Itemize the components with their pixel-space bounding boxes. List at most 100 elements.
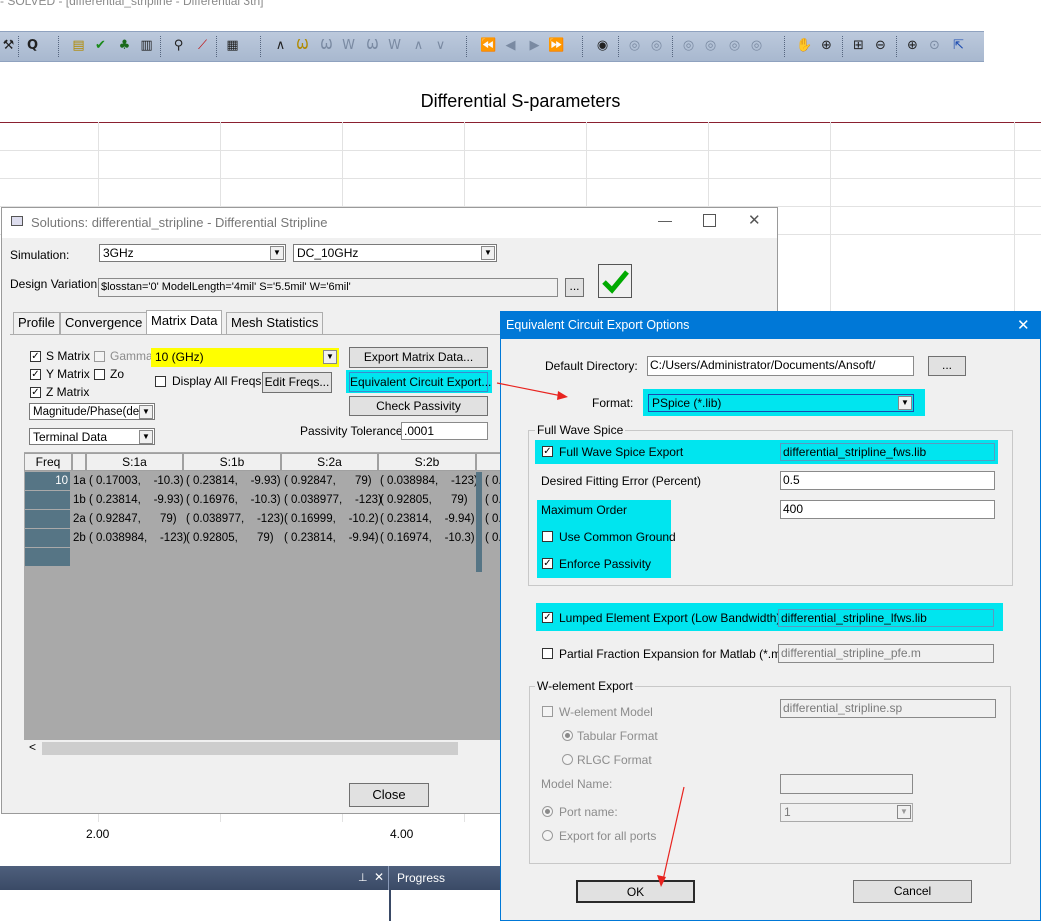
use-common-ground-checkbox[interactable] bbox=[542, 531, 553, 542]
magnify-icon[interactable]: ⚲ bbox=[170, 37, 187, 54]
lumped-file-field[interactable]: differential_stripline_lfws.lib bbox=[778, 609, 994, 627]
wave1-icon[interactable]: ∧ bbox=[272, 37, 289, 54]
pin-icon[interactable]: ⊥ bbox=[358, 871, 368, 884]
frequency-select[interactable]: 10 (GHz) ▼ bbox=[151, 348, 339, 367]
table-cell[interactable]: ( 0.038977, -123) bbox=[186, 510, 284, 528]
default-directory-browse-button[interactable]: ... bbox=[928, 356, 966, 376]
zo-checkbox[interactable] bbox=[94, 369, 105, 380]
full-wave-file-field[interactable]: differential_stripline_fws.lib bbox=[780, 443, 995, 461]
export-all-ports-radio[interactable] bbox=[542, 830, 553, 841]
simulation-select[interactable]: 3GHz ▼ bbox=[99, 244, 286, 262]
rewind-icon[interactable]: ⏪ bbox=[480, 37, 497, 54]
axes-icon[interactable]: ⇱ bbox=[950, 37, 967, 54]
w-element-model-checkbox[interactable] bbox=[542, 706, 553, 717]
table-cell[interactable]: ( 0.92847, 79) bbox=[89, 510, 177, 528]
s-matrix-checkbox[interactable]: ✓ bbox=[30, 351, 41, 362]
table-cell[interactable]: ( 0.038977, -123) bbox=[284, 491, 382, 509]
rlgc-format-radio[interactable] bbox=[562, 754, 573, 765]
display-format-select[interactable]: Magnitude/Phase(deg) ▼ bbox=[29, 403, 155, 420]
format-select[interactable]: PSpice (*.lib) ▼ bbox=[648, 394, 914, 412]
design-variation-browse-button[interactable]: ... bbox=[565, 278, 584, 297]
note-icon[interactable]: ▤ bbox=[70, 37, 87, 54]
page-icon[interactable]: ▥ bbox=[138, 37, 155, 54]
table-cell[interactable]: ( 0.92805, 79) bbox=[186, 529, 274, 547]
close-button[interactable]: Close bbox=[349, 783, 429, 807]
maximum-order-field[interactable]: 400 bbox=[780, 500, 995, 519]
close-icon[interactable]: ✕ bbox=[1017, 316, 1030, 334]
table-cell[interactable]: ( 0.17003, -10.3) bbox=[89, 472, 184, 490]
scrollbar-thumb[interactable] bbox=[42, 742, 458, 755]
check-tool-icon[interactable]: ✔ bbox=[92, 37, 109, 54]
table-cell[interactable]: ( 0.23814, -9.94) bbox=[380, 510, 475, 528]
tab-profile[interactable]: Profile bbox=[13, 312, 60, 334]
table-row-freq[interactable] bbox=[25, 529, 70, 547]
edit-freqs-button[interactable]: Edit Freqs... bbox=[262, 372, 332, 393]
wave4-icon[interactable]: W bbox=[340, 37, 357, 54]
port-name-select[interactable]: 1 ▼ bbox=[780, 803, 913, 822]
gamma-checkbox[interactable] bbox=[94, 351, 105, 362]
port-name-radio[interactable] bbox=[542, 806, 553, 817]
partial-fraction-file-field[interactable]: differential_stripline_pfe.m bbox=[778, 644, 994, 663]
check-passivity-button[interactable]: Check Passivity bbox=[349, 396, 488, 416]
tab-convergence[interactable]: Convergence bbox=[60, 312, 148, 334]
ffwd-icon[interactable]: ⏩ bbox=[548, 37, 565, 54]
table-cell[interactable]: ( 0.038984, -123) bbox=[89, 529, 187, 547]
toolbox-icon[interactable]: ⚒ bbox=[0, 37, 17, 54]
y-matrix-checkbox[interactable]: ✓ bbox=[30, 369, 41, 380]
minimize-icon[interactable]: — bbox=[658, 212, 672, 228]
wave7-icon[interactable]: ∧ bbox=[410, 37, 427, 54]
zoom-region-icon[interactable]: ⊞ bbox=[850, 37, 867, 54]
lumped-export-checkbox[interactable]: ✓ bbox=[542, 612, 553, 623]
eye7-icon[interactable]: ◎ bbox=[748, 37, 765, 54]
wave5-icon[interactable]: Ѡ bbox=[364, 37, 381, 54]
full-wave-export-checkbox[interactable]: ✓ bbox=[542, 446, 553, 457]
cancel-button[interactable]: Cancel bbox=[853, 880, 972, 903]
close-icon[interactable]: ✕ bbox=[374, 870, 384, 884]
wave3-icon[interactable]: Ѡ bbox=[318, 37, 335, 54]
table-row-freq[interactable]: 10 (GHz) bbox=[25, 472, 70, 505]
probe-icon[interactable]: ♣ bbox=[116, 37, 133, 54]
table-row-freq[interactable] bbox=[25, 491, 70, 509]
export-matrix-data-button[interactable]: Export Matrix Data... bbox=[349, 347, 488, 368]
maximize-icon[interactable] bbox=[703, 214, 716, 227]
eye2-icon[interactable]: ◎ bbox=[626, 37, 643, 54]
partial-fraction-checkbox[interactable] bbox=[542, 648, 553, 659]
table-cell[interactable]: ( 0.16976, -10.3) bbox=[186, 491, 281, 509]
chart-icon[interactable]: ⟋ bbox=[194, 37, 211, 54]
table-cell[interactable]: ( 0.23814, -9.94) bbox=[284, 529, 379, 547]
terminal-data-select[interactable]: Terminal Data ▼ bbox=[29, 428, 155, 445]
w-element-file-field[interactable]: differential_stripline.sp bbox=[780, 699, 996, 718]
hand-icon[interactable]: ✋ bbox=[796, 37, 813, 54]
table-cell[interactable]: ( 0.16974, -10.3) bbox=[380, 529, 475, 547]
wave2-icon[interactable]: Ѡ bbox=[294, 37, 311, 54]
eye3-icon[interactable]: ◎ bbox=[648, 37, 665, 54]
design-variation-field[interactable]: $losstan='0' ModelLength='4mil' S='5.5mi… bbox=[98, 278, 558, 297]
equivalent-circuit-export-button[interactable]: Equivalent Circuit Export... bbox=[349, 372, 491, 392]
copy-icon[interactable]: ▦ bbox=[224, 37, 241, 54]
z-matrix-checkbox[interactable]: ✓ bbox=[30, 387, 41, 398]
wave6-icon[interactable]: W bbox=[386, 37, 403, 54]
table-cell[interactable]: ( 0.23814, -9.93) bbox=[89, 491, 184, 509]
default-directory-field[interactable]: C:/Users/Administrator/Documents/Ansoft/ bbox=[647, 356, 914, 376]
zoom-fit-icon[interactable]: ⊙ bbox=[926, 37, 943, 54]
wave8-icon[interactable]: ∨ bbox=[432, 37, 449, 54]
scroll-left-icon[interactable]: < bbox=[29, 740, 36, 754]
tab-matrix-data[interactable]: Matrix Data bbox=[146, 310, 223, 335]
table-cell[interactable]: ( 0.16999, -10.2) bbox=[284, 510, 379, 528]
play-icon[interactable]: ▶ bbox=[526, 37, 543, 54]
enforce-passivity-checkbox[interactable]: ✓ bbox=[542, 558, 553, 569]
display-all-freqs-checkbox[interactable] bbox=[155, 376, 166, 387]
close-icon[interactable]: ✕ bbox=[748, 211, 761, 229]
horizontal-scrollbar[interactable]: < bbox=[24, 740, 502, 757]
q-icon[interactable]: Q bbox=[24, 37, 41, 54]
eye-icon[interactable]: ◉ bbox=[594, 37, 611, 54]
table-row-freq[interactable] bbox=[25, 510, 70, 528]
table-cell[interactable]: ( 0.92847, 79) bbox=[284, 472, 372, 490]
fitting-error-field[interactable]: 0.5 bbox=[780, 471, 995, 490]
passivity-tolerance-field[interactable]: .0001 bbox=[401, 422, 488, 440]
eye6-icon[interactable]: ◎ bbox=[726, 37, 743, 54]
tabular-format-radio[interactable] bbox=[562, 730, 573, 741]
back-icon[interactable]: ◀ bbox=[502, 37, 519, 54]
ok-button[interactable]: OK bbox=[576, 880, 695, 903]
table-cell[interactable]: ( 0.23814, -9.93) bbox=[186, 472, 281, 490]
